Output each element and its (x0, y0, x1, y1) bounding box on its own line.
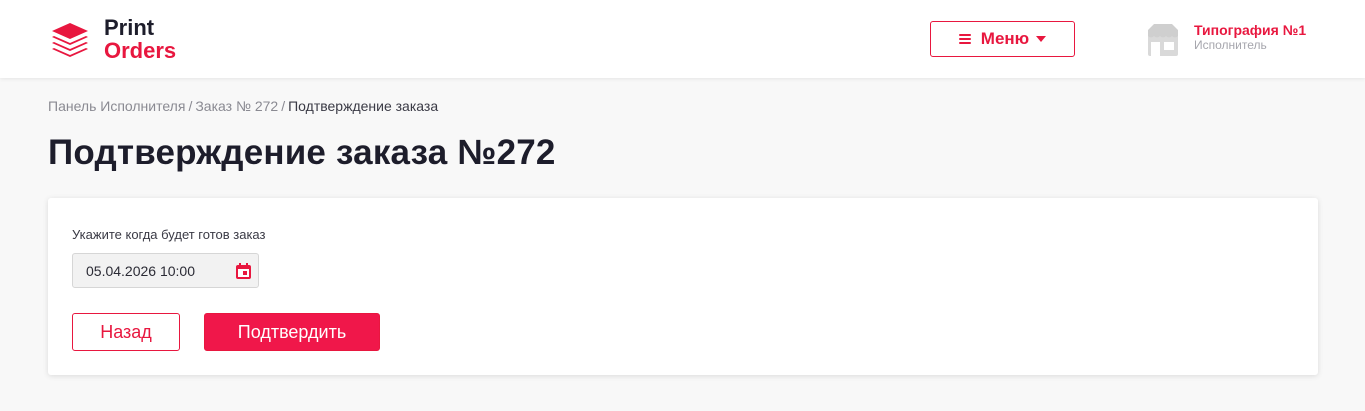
breadcrumb-separator: / (281, 98, 286, 114)
logo-text-top: Print (104, 15, 155, 40)
top-header: Print Orders Меню Типография №1 Исполнит… (0, 0, 1365, 78)
user-name: Типография №1 (1194, 22, 1307, 38)
ready-date-label: Укажите когда будет готов заказ (72, 227, 266, 242)
ready-date-value: 05.04.2026 10:00 (86, 262, 195, 279)
shop-icon (1148, 24, 1178, 56)
breadcrumb-current: Подтверждение заказа (288, 98, 439, 114)
calendar-icon[interactable] (236, 263, 251, 279)
user-profile[interactable]: Типография №1 Исполнитель (1145, 22, 1306, 58)
breadcrumb-link-order[interactable]: Заказ № 272 (195, 98, 278, 114)
caret-down-icon (1036, 36, 1047, 42)
confirm-button[interactable]: Подтвердить (204, 313, 380, 351)
logo-text-bottom: Orders (104, 38, 177, 63)
user-info: Типография №1 Исполнитель (1194, 22, 1306, 52)
confirm-form-card: Укажите когда будет готов заказ 05.04.20… (48, 198, 1318, 375)
logo-text: Print Orders (104, 16, 176, 62)
back-button[interactable]: Назад (72, 313, 180, 351)
ready-date-input[interactable]: 05.04.2026 10:00 (72, 253, 259, 288)
page-title: Подтверждение заказа №272 (48, 133, 556, 172)
hamburger-icon (958, 34, 971, 44)
breadcrumb: Панель Исполнителя / Заказ № 272/Подтвержд… (48, 98, 438, 114)
menu-button[interactable]: Меню (930, 21, 1075, 57)
user-role: Исполнитель (1194, 38, 1267, 52)
menu-button-label: Меню (980, 29, 1030, 48)
breadcrumb-link-dashboard[interactable]: Панель Исполнителя (48, 98, 185, 114)
layers-logo-icon (52, 23, 88, 57)
logo[interactable]: Print Orders (48, 16, 176, 62)
breadcrumb-separator: / (188, 98, 193, 114)
